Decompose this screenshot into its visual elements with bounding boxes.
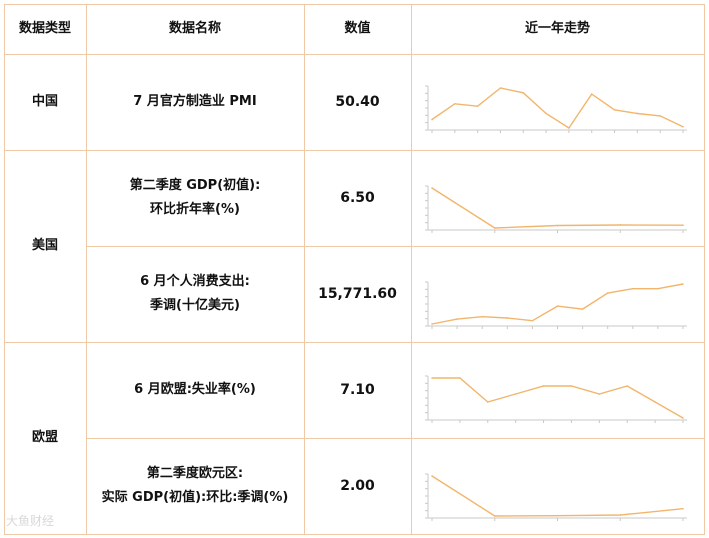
column-divider (411, 4, 412, 535)
trend-point (556, 514, 559, 517)
data-table: 数据类型 数据名称 数值 近一年走势 中国 美国 欧盟 7 月官方制造业 PMI… (0, 0, 709, 538)
indicator-name-line: 6 月个人消费支出: (140, 274, 250, 289)
trend-point (431, 323, 433, 325)
trend-point (568, 127, 570, 129)
trend-point (590, 93, 593, 95)
sparkline-svg (425, 281, 687, 329)
trend-chart (418, 372, 693, 430)
trend-point (598, 393, 601, 395)
indicator-name: 7 月官方制造业 PMI (86, 54, 304, 150)
region-label-eu: 欧盟 (31, 430, 58, 445)
trend-point (531, 319, 534, 322)
table-border-bottom (4, 534, 705, 535)
trend-point (431, 475, 433, 477)
region-label-china: 中国 (31, 94, 58, 109)
trend-line (431, 87, 684, 129)
indicator-name-line: 7 月官方制造业 PMI (133, 94, 257, 109)
trend-point (481, 315, 483, 318)
indicator-value: 6.50 (340, 190, 375, 206)
trend-chart (418, 278, 693, 336)
indicator-name-line: 季调(十亿美元) (150, 298, 240, 313)
header-trend: 近一年走势 (524, 21, 590, 36)
trend-point (493, 227, 496, 229)
trend-point (459, 377, 461, 379)
trend-point (506, 317, 509, 319)
indicator-name-line: 第二季度 GDP(初值): (129, 178, 261, 193)
indicator-value: 7.10 (340, 382, 375, 398)
trend-point (493, 515, 496, 517)
trend-line (432, 377, 684, 419)
trend-point (499, 87, 502, 89)
trend-point (581, 308, 584, 310)
indicator-value: 15,771.60 (318, 286, 397, 302)
trend-point (542, 385, 545, 387)
region-label-usa: 美国 (31, 238, 58, 253)
header-data-name: 数据名称 (168, 21, 221, 36)
trend-point (514, 393, 517, 395)
trend-point (431, 118, 433, 121)
sparkline-svg (425, 375, 687, 423)
indicator-value: 50.40 (335, 94, 380, 110)
trend-point (556, 224, 559, 227)
trend-point (613, 109, 616, 111)
trend-point (682, 224, 684, 227)
header-value: 数值 (344, 21, 371, 36)
trend-point (657, 287, 659, 290)
trend-point (654, 401, 656, 403)
trend-point (682, 417, 684, 419)
trend-point (606, 292, 609, 294)
indicator-name-line: 6 月欧盟:失业率(%) (134, 382, 256, 397)
trend-point (619, 514, 622, 516)
trend-point (454, 102, 456, 105)
trend-point (619, 224, 622, 226)
trend-point (486, 401, 489, 403)
trend-point (626, 385, 629, 387)
indicator-value: 2.00 (340, 478, 375, 494)
trend-point (682, 125, 684, 128)
watermark-logo: 大鱼财经 (6, 514, 55, 528)
indicator-name: 第二季度欧元区: 实际 GDP(初值):环比:季调(%) (86, 438, 304, 534)
trend-point (545, 112, 547, 115)
trend-point (456, 318, 458, 320)
trend-point (431, 377, 433, 379)
trend-point (659, 115, 661, 117)
trend-point (522, 92, 525, 94)
trend-point (570, 385, 573, 387)
trend-line (431, 187, 684, 229)
table-border-right (704, 4, 705, 535)
indicator-name-line: 第二季度欧元区: (146, 466, 244, 481)
indicator-name: 第二季度 GDP(初值): 环比折年率(%) (86, 150, 304, 246)
trend-point (556, 305, 559, 307)
sparkline-svg (425, 185, 687, 233)
header-data-type: 数据类型 (18, 21, 71, 36)
trend-chart (418, 182, 693, 240)
trend-line (431, 283, 684, 325)
trend-point (682, 507, 684, 510)
trend-point (431, 187, 433, 189)
indicator-name-line: 环比折年率(%) (150, 202, 240, 217)
sparkline-svg (425, 473, 687, 521)
sparkline-svg (425, 85, 687, 133)
trend-point (476, 105, 479, 107)
trend-line (431, 475, 684, 517)
trend-chart (418, 470, 693, 528)
trend-chart (418, 82, 693, 140)
indicator-name: 6 月个人消费支出: 季调(十亿美元) (86, 246, 304, 342)
trend-point (636, 112, 639, 115)
trend-point (632, 287, 634, 290)
indicator-name: 6 月欧盟:失业率(%) (86, 342, 304, 438)
indicator-name-line: 实际 GDP(初值):环比:季调(%) (101, 490, 289, 505)
trend-point (682, 283, 684, 285)
